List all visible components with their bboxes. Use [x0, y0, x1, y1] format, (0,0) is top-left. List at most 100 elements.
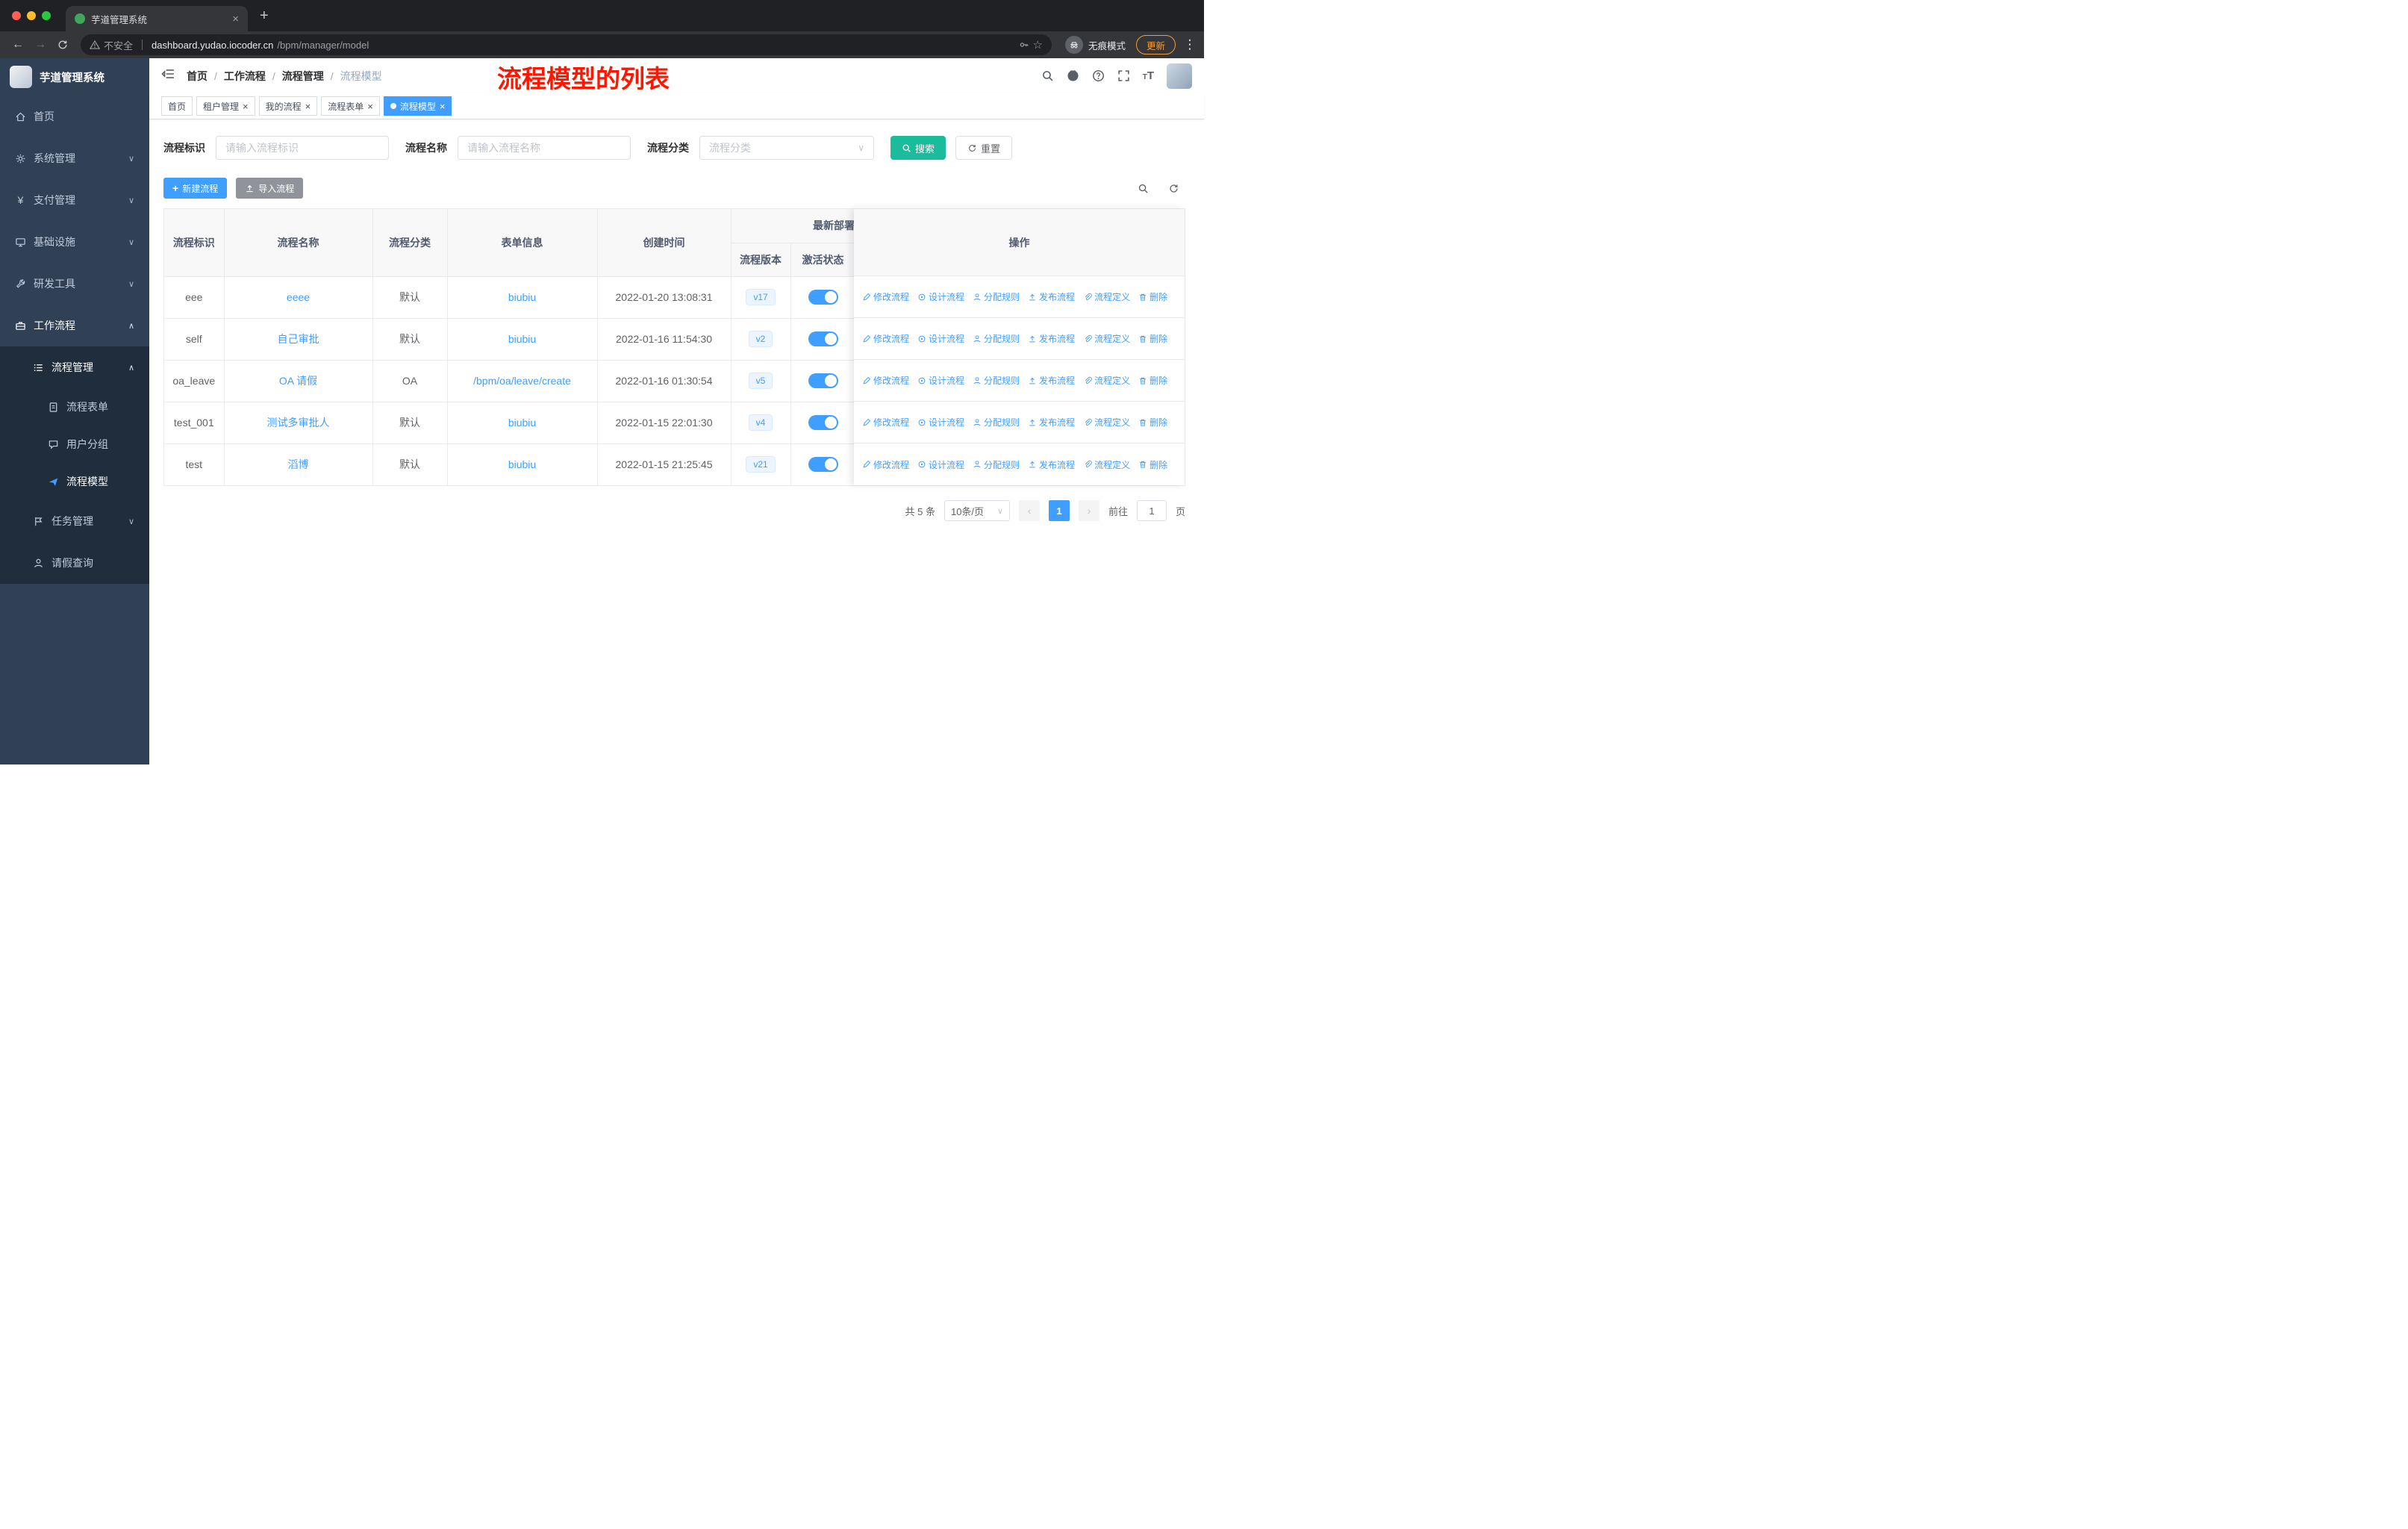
- password-key-icon[interactable]: [1019, 40, 1029, 50]
- close-icon[interactable]: ×: [440, 102, 446, 111]
- process-name-link[interactable]: 滔博: [288, 458, 309, 470]
- assign-rule-link[interactable]: 分配规则: [973, 416, 1020, 429]
- tag-home[interactable]: 首页: [161, 96, 193, 116]
- version-badge[interactable]: v21: [746, 456, 776, 473]
- edit-process-link[interactable]: 修改流程: [862, 458, 909, 471]
- design-process-link[interactable]: 设计流程: [917, 332, 964, 345]
- sidebar-item-pay[interactable]: ¥ 支付管理 ∨: [0, 179, 149, 221]
- process-name-link[interactable]: OA 请假: [279, 375, 317, 387]
- sidebar-item-system[interactable]: 系统管理 ∨: [0, 137, 149, 179]
- breadcrumb-process-mgmt[interactable]: 流程管理: [282, 69, 324, 84]
- new-tab-button[interactable]: +: [260, 7, 269, 25]
- active-toggle[interactable]: [808, 290, 838, 305]
- goto-page-input[interactable]: [1136, 500, 1167, 521]
- publish-process-link[interactable]: 发布流程: [1028, 416, 1075, 429]
- publish-process-link[interactable]: 发布流程: [1028, 458, 1075, 471]
- publish-process-link[interactable]: 发布流程: [1028, 290, 1075, 303]
- form-info-link[interactable]: biubiu: [508, 333, 536, 345]
- version-badge[interactable]: v17: [746, 288, 776, 306]
- fullscreen-icon[interactable]: [1117, 69, 1130, 82]
- font-size-icon[interactable]: TT: [1143, 69, 1154, 82]
- process-name-link[interactable]: 测试多审批人: [267, 417, 330, 429]
- browser-tab[interactable]: 芋道管理系统 ×: [66, 6, 248, 31]
- refresh-icon[interactable]: [1168, 183, 1179, 194]
- sidebar-item-infra[interactable]: 基础设施 ∨: [0, 221, 149, 263]
- page-size-select[interactable]: 10条/页 ∨: [943, 500, 1010, 521]
- tab-close-icon[interactable]: ×: [232, 13, 239, 25]
- import-process-button[interactable]: 导入流程: [236, 178, 304, 199]
- edit-process-link[interactable]: 修改流程: [862, 290, 909, 303]
- form-info-link[interactable]: /bpm/oa/leave/create: [473, 375, 571, 387]
- assign-rule-link[interactable]: 分配规则: [973, 374, 1020, 387]
- process-definition-link[interactable]: 流程定义: [1083, 416, 1130, 429]
- process-definition-link[interactable]: 流程定义: [1083, 458, 1130, 471]
- form-info-link[interactable]: biubiu: [508, 417, 536, 429]
- tag-tenant[interactable]: 租户管理 ×: [196, 96, 255, 116]
- avatar[interactable]: [1167, 63, 1192, 89]
- delete-link[interactable]: 删除: [1138, 374, 1167, 387]
- help-icon[interactable]: [1092, 69, 1105, 82]
- process-name-input[interactable]: [458, 136, 631, 160]
- design-process-link[interactable]: 设计流程: [917, 290, 964, 303]
- tag-process-form[interactable]: 流程表单 ×: [321, 96, 380, 116]
- form-info-link[interactable]: biubiu: [508, 458, 536, 470]
- search-button[interactable]: 搜索: [890, 136, 946, 160]
- process-name-link[interactable]: eeee: [287, 291, 310, 303]
- next-page-button[interactable]: ›: [1078, 500, 1099, 521]
- address-bar[interactable]: 不安全 dashboard.yudao.iocoder.cn/bpm/manag…: [81, 34, 1052, 55]
- assign-rule-link[interactable]: 分配规则: [973, 290, 1020, 303]
- github-icon[interactable]: [1067, 69, 1079, 82]
- minimize-window-button[interactable]: [27, 11, 36, 20]
- tag-process-model[interactable]: 流程模型 ×: [383, 96, 452, 116]
- create-process-button[interactable]: + 新建流程: [163, 178, 228, 199]
- form-info-link[interactable]: biubiu: [508, 291, 536, 303]
- tag-my-process[interactable]: 我的流程 ×: [258, 96, 318, 116]
- bookmark-star-icon[interactable]: ☆: [1033, 38, 1043, 52]
- design-process-link[interactable]: 设计流程: [917, 374, 964, 387]
- assign-rule-link[interactable]: 分配规则: [973, 458, 1020, 471]
- process-definition-link[interactable]: 流程定义: [1083, 332, 1130, 345]
- sidebar-item-process-model[interactable]: 流程模型: [0, 463, 149, 500]
- close-window-button[interactable]: [12, 11, 21, 20]
- prev-page-button[interactable]: ‹: [1018, 500, 1040, 521]
- breadcrumb-workflow[interactable]: 工作流程: [224, 69, 266, 84]
- sidebar-item-task-mgmt[interactable]: 任务管理 ∨: [0, 500, 149, 542]
- active-toggle[interactable]: [808, 415, 838, 430]
- sidebar-item-home[interactable]: 首页: [0, 96, 149, 137]
- publish-process-link[interactable]: 发布流程: [1028, 374, 1075, 387]
- version-badge[interactable]: v5: [748, 372, 773, 390]
- sidebar-item-user-group[interactable]: 用户分组: [0, 426, 149, 463]
- delete-link[interactable]: 删除: [1138, 290, 1167, 303]
- sidebar-item-workflow[interactable]: 工作流程 ∧: [0, 305, 149, 346]
- edit-process-link[interactable]: 修改流程: [862, 374, 909, 387]
- browser-update-button[interactable]: 更新: [1135, 35, 1176, 55]
- assign-rule-link[interactable]: 分配规则: [973, 332, 1020, 345]
- sidebar-item-process-form[interactable]: 流程表单: [0, 388, 149, 426]
- sidebar-item-process-mgmt[interactable]: 流程管理 ∧: [0, 346, 149, 388]
- close-icon[interactable]: ×: [367, 102, 373, 111]
- design-process-link[interactable]: 设计流程: [917, 458, 964, 471]
- edit-process-link[interactable]: 修改流程: [862, 332, 909, 345]
- sidebar-item-devtool[interactable]: 研发工具 ∨: [0, 263, 149, 305]
- reload-button[interactable]: [52, 34, 73, 55]
- process-id-input[interactable]: [216, 136, 389, 160]
- process-category-select[interactable]: 流程分类 ∨: [699, 136, 874, 160]
- browser-menu-icon[interactable]: ⋮: [1183, 37, 1197, 52]
- close-icon[interactable]: ×: [243, 102, 249, 111]
- process-definition-link[interactable]: 流程定义: [1083, 290, 1130, 303]
- back-button[interactable]: ←: [7, 34, 28, 55]
- search-icon[interactable]: [1138, 183, 1149, 194]
- page-1-button[interactable]: 1: [1048, 500, 1070, 521]
- active-toggle[interactable]: [808, 457, 838, 473]
- version-badge[interactable]: v2: [748, 330, 773, 348]
- sidebar-fold-icon[interactable]: [161, 67, 175, 84]
- delete-link[interactable]: 删除: [1138, 332, 1167, 345]
- version-badge[interactable]: v4: [748, 414, 773, 432]
- publish-process-link[interactable]: 发布流程: [1028, 332, 1075, 345]
- active-toggle[interactable]: [808, 331, 838, 346]
- reset-button[interactable]: 重置: [955, 136, 1013, 160]
- zoom-window-button[interactable]: [42, 11, 51, 20]
- active-toggle[interactable]: [808, 373, 838, 388]
- breadcrumb-home[interactable]: 首页: [187, 69, 208, 84]
- sidebar-item-leave-query[interactable]: 请假查询: [0, 542, 149, 584]
